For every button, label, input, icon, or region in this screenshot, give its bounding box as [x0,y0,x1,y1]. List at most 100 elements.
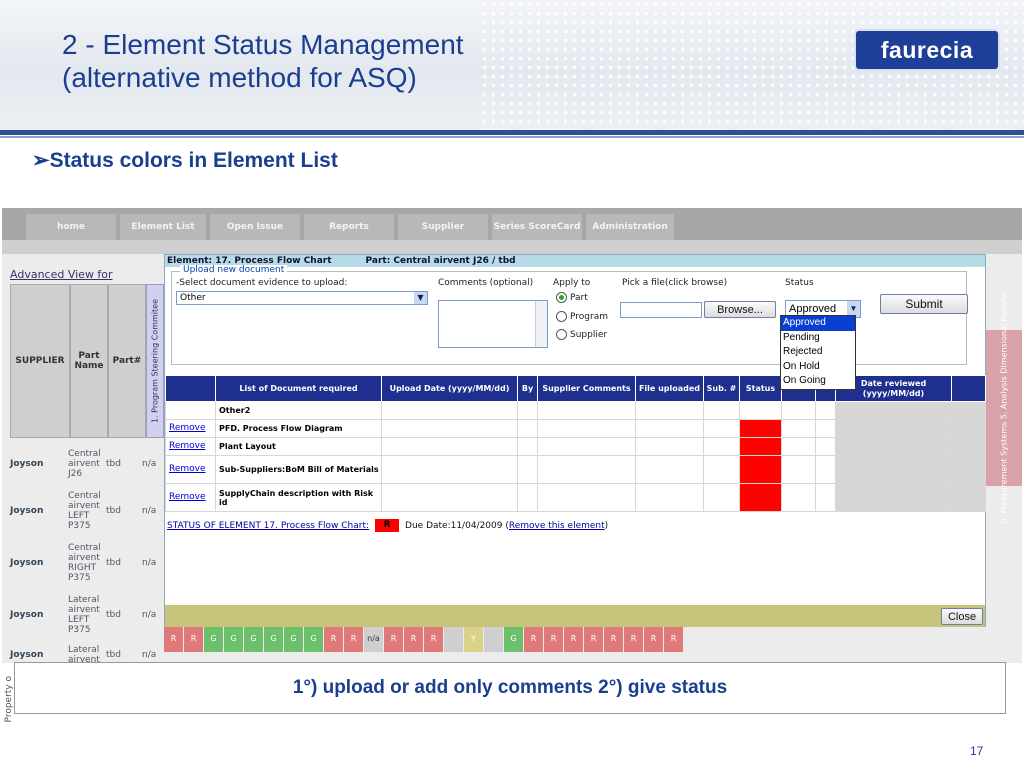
status-cell[interactable]: R [644,626,663,652]
status-cell[interactable] [444,626,463,652]
remove-element-link[interactable]: Remove this element [509,521,605,531]
table-cell [703,401,740,420]
evidence-select-value: Other [180,293,206,303]
remove-document-link[interactable]: Remove [165,419,216,438]
document-row: Remove Plant Layout [165,437,986,456]
status-cell-row: R R G G G G G G R Rn/a R R R Y G R R R R R R R R [164,626,684,652]
advanced-view-link[interactable]: Advanced View for [10,268,113,281]
close-paren: ) [604,520,609,531]
apply-program-radio[interactable]: Program [556,311,608,322]
footer-vertical-text: Property o [4,676,14,723]
row-partno: tbd [106,650,121,660]
status-cell[interactable]: R [584,626,603,652]
documents-table: List of Document required Upload Date (y… [165,375,986,512]
nav-tab-series-scorecard[interactable]: Series ScoreCard [492,214,582,240]
file-input[interactable] [620,302,702,318]
status-cell[interactable]: n/a [364,626,383,652]
header-divider [0,130,1024,135]
status-cell[interactable]: R [404,626,423,652]
nav-tab-element-list[interactable]: Element List [120,214,206,240]
status-option-approved[interactable]: Approved [781,316,855,331]
review-cell [951,437,986,456]
status-cell[interactable]: R [164,626,183,652]
submit-button[interactable]: Submit [880,294,968,314]
status-cell[interactable]: Y [464,626,483,652]
table-cell [781,483,816,512]
nav-tab-supplier[interactable]: Supplier [398,214,488,240]
chevron-down-icon: ▼ [414,292,427,304]
status-cell[interactable]: R [604,626,623,652]
status-cell[interactable]: G [284,626,303,652]
status-cell[interactable]: G [504,626,523,652]
status-cell[interactable]: R [664,626,683,652]
evidence-select[interactable]: Other ▼ [176,291,428,305]
slide-title: 2 - Element Status Management (alternati… [62,28,464,94]
list-row[interactable]: Joyson Central airvent RIGHT P375 tbd n/… [10,538,170,588]
upload-legend: Upload new document [180,265,288,275]
document-row: Remove Sub-Suppliers:BoM Bill of Material… [165,455,986,484]
document-status-cell [739,437,782,456]
list-row[interactable]: Joyson Central airvent LEFT P375 tbd n/a [10,486,170,536]
table-cell [537,455,636,484]
status-cell[interactable]: R [544,626,563,652]
status-option-on-hold[interactable]: On Hold [781,360,855,375]
review-cell [835,401,952,420]
nav-tab-open-issue[interactable]: Open Issue [210,214,300,240]
table-cell [703,483,740,512]
status-option-on-going[interactable]: On Going [781,374,855,389]
row-na: n/a [142,610,157,620]
col-supplier: SUPPLIER [10,284,70,438]
status-cell[interactable]: R [624,626,643,652]
status-cell[interactable]: G [244,626,263,652]
list-row[interactable]: Joyson Lateral airvent LEFT P375 tbd n/a [10,590,170,640]
comments-label: Comments (optional) [438,278,534,288]
table-cell [703,419,740,438]
due-date-text: Due Date:11/04/2009 ( [405,520,509,531]
status-cell[interactable]: R [384,626,403,652]
nav-tab-administration[interactable]: Administration [586,214,674,240]
dialog-footer: Close [165,605,985,627]
close-button[interactable]: Close [941,608,983,625]
status-option-pending[interactable]: Pending [781,331,855,346]
status-cell[interactable]: G [304,626,323,652]
comments-textarea[interactable] [438,300,548,348]
slide-title-line1: 2 - Element Status Management [62,29,464,60]
status-cell[interactable] [484,626,503,652]
apply-supplier-radio[interactable]: Supplier [556,329,607,340]
status-cell[interactable]: G [264,626,283,652]
status-cell[interactable]: G [224,626,243,652]
row-supplier: Joyson [10,459,44,469]
status-cell[interactable]: R [524,626,543,652]
table-cell [537,437,636,456]
status-cell[interactable]: R [184,626,203,652]
sub-bar [2,240,1022,254]
status-option-rejected[interactable]: Rejected [781,345,855,360]
document-status-cell [739,419,782,438]
status-of-element-text: STATUS OF ELEMENT 17. Process Flow Chart… [167,520,370,531]
table-cell [381,419,518,438]
nav-tab-home[interactable]: home [26,214,116,240]
status-cell[interactable]: R [344,626,363,652]
table-cell [703,437,740,456]
dialog-title-part: Part: Central airvent J26 / tbd [365,256,516,266]
status-cell[interactable]: R [564,626,583,652]
remove-document-link[interactable]: Remove [165,483,216,512]
status-cell[interactable]: R [324,626,343,652]
status-cell[interactable]: G [204,626,223,652]
status-cell[interactable]: R [424,626,443,652]
apply-part-radio[interactable]: Part [556,292,588,303]
comments-scrollbar[interactable] [535,301,547,347]
table-cell [635,455,704,484]
nav-tab-reports[interactable]: Reports [304,214,394,240]
review-cell [951,401,986,420]
list-row[interactable]: Joyson Lateral airvent tbd n/a [10,640,170,663]
remove-document-link[interactable]: Remove [165,437,216,456]
remove-document-link[interactable]: Remove [165,455,216,484]
row-partno: tbd [106,558,121,568]
row-part: Lateral airvent LEFT P375 [68,595,100,635]
list-row[interactable]: Joyson Central airvent J26 tbd n/a [10,444,170,484]
table-cell [381,437,518,456]
table-cell [517,455,538,484]
row-supplier: Joyson [10,610,44,620]
browse-button[interactable]: Browse... [704,301,776,318]
